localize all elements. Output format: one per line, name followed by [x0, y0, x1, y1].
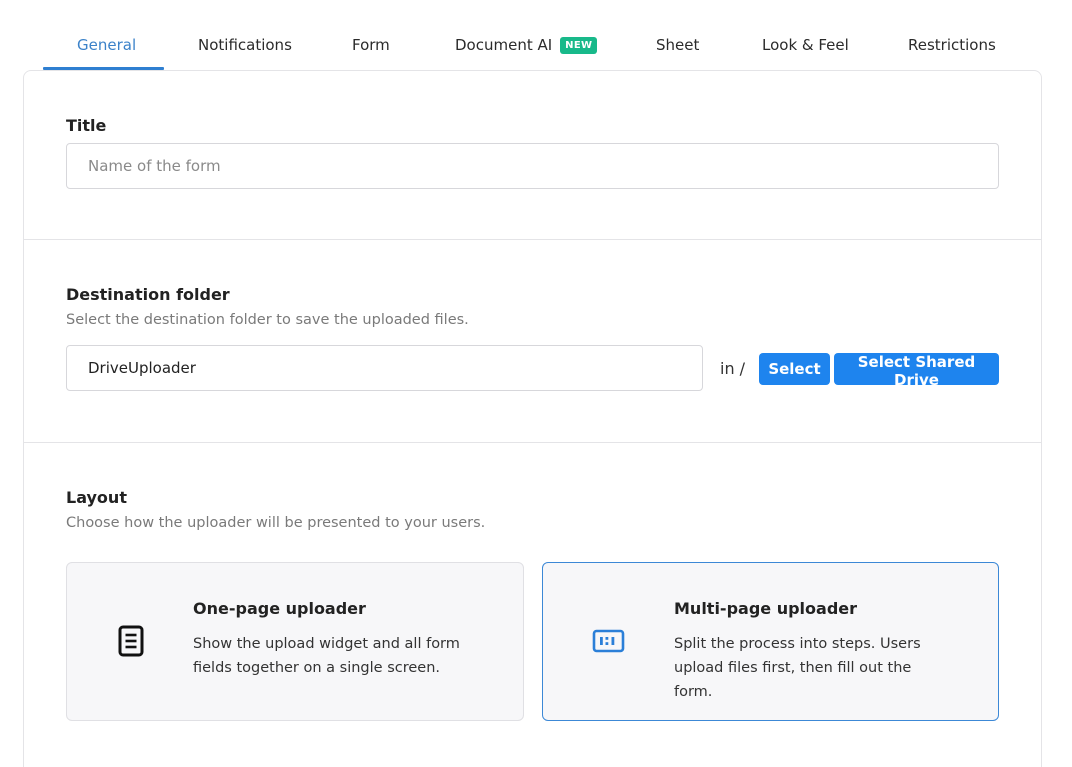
select-button[interactable]: Select	[759, 353, 830, 385]
destination-folder-help: Select the destination folder to save th…	[66, 312, 469, 328]
form-title-input[interactable]	[66, 143, 999, 189]
settings-tabs: General Notifications Form Document AI NE…	[43, 0, 1023, 70]
tab-general-label: General	[77, 36, 137, 54]
tab-look-and-feel-label: Look & Feel	[762, 36, 849, 54]
document-icon	[118, 625, 144, 661]
tab-form-label: Form	[352, 36, 390, 54]
tab-sheet-label: Sheet	[656, 36, 700, 54]
tab-notifications-label: Notifications	[198, 36, 292, 54]
one-page-uploader-option[interactable]: One-page uploader Show the upload widget…	[66, 562, 524, 721]
section-divider	[24, 239, 1041, 240]
multi-page-uploader-option[interactable]: Multi-page uploader Split the process in…	[542, 562, 999, 721]
section-divider	[24, 442, 1041, 443]
tab-restrictions[interactable]: Restrictions	[908, 36, 996, 70]
tab-notifications[interactable]: Notifications	[198, 36, 292, 70]
layout-label: Layout	[66, 488, 127, 507]
steps-icon	[592, 629, 625, 657]
tab-restrictions-label: Restrictions	[908, 36, 996, 54]
title-label: Title	[66, 116, 107, 135]
option-title: Multi-page uploader	[674, 599, 858, 618]
select-shared-drive-button[interactable]: Select Shared Drive	[834, 353, 999, 389]
tab-look-and-feel[interactable]: Look & Feel	[762, 36, 849, 70]
settings-card: Title Destination folder Select the dest…	[23, 70, 1042, 767]
destination-folder-input[interactable]	[66, 345, 703, 391]
tab-document-ai-label: Document AI	[455, 36, 553, 54]
tab-sheet[interactable]: Sheet	[656, 36, 699, 70]
new-badge: NEW	[560, 37, 598, 54]
option-description: Split the process into steps. Users uplo…	[674, 636, 921, 700]
tab-form[interactable]: Form	[352, 36, 390, 70]
layout-help: Choose how the uploader will be presente…	[66, 515, 486, 531]
folder-path-text: in /	[720, 359, 746, 378]
tab-general[interactable]: General	[77, 36, 136, 70]
tab-document-ai[interactable]: Document AI NEW	[455, 36, 598, 70]
destination-folder-label: Destination folder	[66, 285, 230, 304]
option-description: Show the upload widget and all form fiel…	[193, 636, 460, 676]
option-title: One-page uploader	[193, 599, 366, 618]
